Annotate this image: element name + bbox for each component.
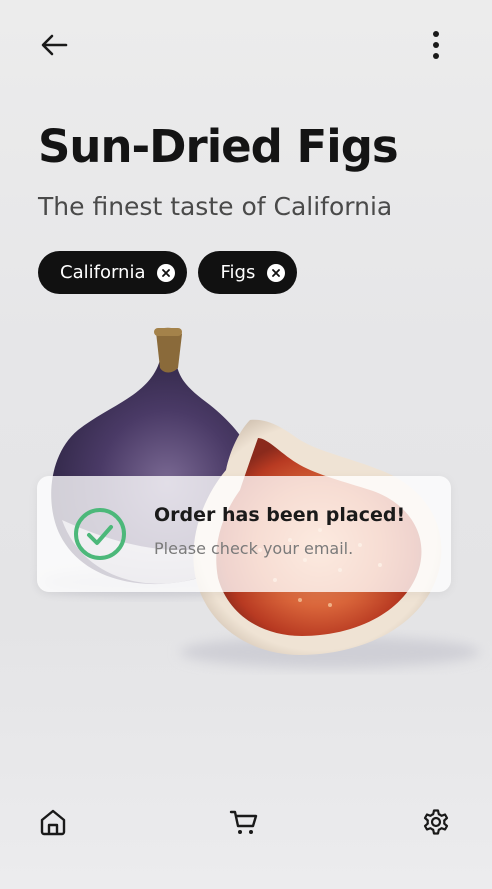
toast-message: Please check your email.: [154, 539, 354, 558]
top-bar: [0, 0, 492, 90]
product-subtitle: The finest taste of California: [38, 192, 393, 221]
chip-california[interactable]: California: [38, 251, 188, 294]
nav-settings-button[interactable]: [418, 804, 454, 840]
bottom-navigation: [0, 790, 492, 860]
product-title: Sun-Dried Figs: [38, 120, 399, 173]
back-button[interactable]: [38, 30, 70, 60]
home-icon: [40, 809, 66, 836]
chip-figs[interactable]: Figs: [198, 251, 298, 294]
nav-cart-button[interactable]: [226, 804, 262, 840]
order-placed-toast: Order has been placed! Please check your…: [37, 476, 451, 592]
more-vertical-icon: [433, 31, 439, 59]
chip-label: Figs: [220, 262, 256, 283]
filter-chips: California Figs: [38, 251, 298, 294]
chip-label: California: [60, 262, 146, 283]
close-circle-icon[interactable]: [267, 263, 286, 282]
settings-gear-icon: [423, 809, 449, 835]
product-screen: Sun-Dried Figs The finest taste of Calif…: [0, 0, 492, 889]
more-options-button[interactable]: [422, 28, 450, 62]
check-circle-icon: [74, 508, 126, 560]
toast-title: Order has been placed!: [154, 504, 406, 526]
cart-icon: [229, 810, 258, 834]
close-circle-icon[interactable]: [157, 263, 176, 282]
nav-home-button[interactable]: [35, 804, 71, 840]
arrow-left-icon: [41, 34, 68, 56]
